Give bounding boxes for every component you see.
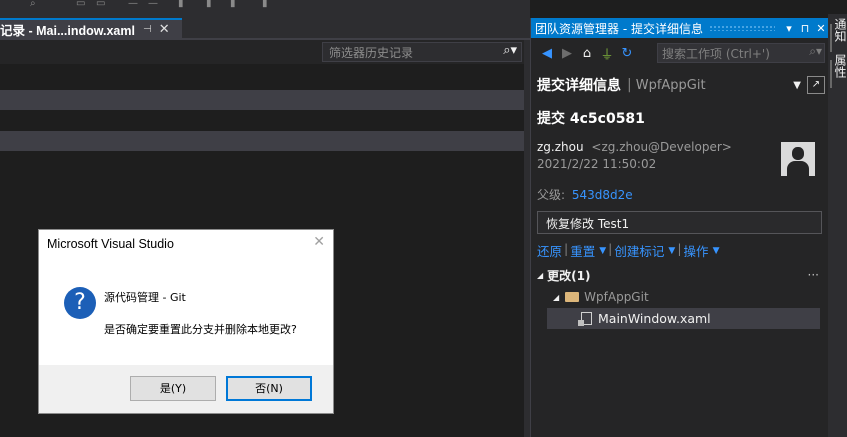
window-position-button[interactable]: ▾	[781, 22, 797, 35]
search-icon[interactable]: ⌕▾	[503, 43, 517, 58]
reset-menu[interactable]: 重置 ▼	[570, 241, 606, 260]
changes-label: 更改(1)	[547, 268, 591, 283]
file-label: MainWindow.xaml	[598, 311, 711, 326]
close-icon[interactable]: ✕	[313, 233, 325, 250]
bookmark-icon[interactable]: ▮	[178, 0, 184, 9]
search-placeholder: 搜索工作项 (Ctrl+')	[662, 46, 770, 61]
action-separator: |	[677, 241, 682, 256]
dialog-message: 是否确定要重置此分支并删除本地更改?	[104, 323, 297, 336]
reset-label: 重置	[570, 244, 596, 259]
undock-icon[interactable]: ↗	[807, 76, 825, 94]
bookmark-icon[interactable]: ▮	[230, 0, 236, 9]
author-email: <zg.zhou@Developer>	[591, 140, 732, 154]
actions-label: 操作	[683, 244, 709, 259]
refresh-icon[interactable]: ↻	[617, 43, 637, 63]
action-separator: |	[564, 241, 569, 256]
home-icon[interactable]: ⌂	[577, 43, 597, 63]
vs-window: ⌕ ▭ ▭ — — ▮ ▮ ▮ ▮ 记录 - Mai...indow.xaml …	[0, 0, 847, 437]
toolbar-button-icon[interactable]: ▭	[96, 0, 105, 9]
tree-file-item[interactable]: MainWindow.xaml	[547, 308, 820, 329]
commit-author: zg.zhou <zg.zhou@Developer>	[537, 140, 732, 154]
dialog-title: Microsoft Visual Studio	[47, 237, 174, 251]
commit-parent: 父级: 543d8d2e	[537, 186, 633, 203]
tab-history[interactable]: 记录 - Mai...indow.xaml ⊣ ✕	[0, 18, 182, 38]
chevron-down-icon: ▼	[599, 245, 607, 256]
changes-section-header[interactable]: ◢ 更改(1) ···	[537, 266, 825, 284]
history-row[interactable]	[0, 131, 524, 151]
history-toolbar: 筛选器历史记录 ⌕▾	[0, 40, 524, 64]
avatar-head-shape	[792, 147, 804, 160]
close-icon[interactable]: ✕	[159, 22, 170, 37]
confirm-dialog: Microsoft Visual Studio ✕ ? 源代码管理 - Git …	[38, 229, 334, 414]
commit-actions: 还原 | 重置 ▼ | 创建标记 ▼ | 操作 ▼	[537, 241, 719, 260]
bookmark-icon[interactable]: ▮	[206, 0, 212, 9]
side-tab-properties[interactable]: 属性	[832, 54, 847, 78]
bookmark-icon[interactable]: ▮	[262, 0, 268, 9]
connect-icon[interactable]: ⏚	[597, 43, 617, 63]
close-panel-button[interactable]: ✕	[813, 22, 829, 35]
drag-grip[interactable]	[708, 25, 775, 31]
folder-label: WpfAppGit	[584, 290, 649, 304]
avatar	[781, 142, 815, 176]
file-icon	[578, 312, 592, 326]
no-button[interactable]: 否(N)	[226, 376, 312, 401]
parent-label: 父级:	[537, 188, 566, 202]
more-options-icon[interactable]: ···	[808, 268, 819, 282]
dialog-heading: 源代码管理 - Git	[104, 291, 186, 304]
back-icon[interactable]: ◀	[537, 43, 557, 63]
team-explorer-panel: 团队资源管理器 - 提交详细信息 ▾ ⊓ ✕ ◀ ▶ ⌂ ⏚ ↻ 搜索工作项 (…	[530, 18, 829, 437]
question-icon: ?	[64, 287, 96, 319]
chevron-down-icon: ▼	[712, 245, 720, 256]
tab-title: 记录 - Mai...indow.xaml	[0, 24, 135, 38]
team-explorer-titlebar: 团队资源管理器 - 提交详细信息 ▾ ⊓ ✕	[531, 18, 829, 38]
toolbar-button-icon[interactable]: —	[148, 0, 158, 9]
pin-icon[interactable]: ⊣	[143, 24, 152, 35]
auto-hide-pin-icon[interactable]: ⊓	[797, 22, 813, 35]
avatar-body-shape	[787, 161, 809, 176]
filter-history-input[interactable]: 筛选器历史记录 ⌕▾	[322, 42, 522, 62]
panel-title: 团队资源管理器 - 提交详细信息	[535, 21, 703, 36]
history-row[interactable]	[0, 90, 524, 110]
page-title: 提交详细信息	[537, 78, 621, 94]
document-tab-strip: 记录 - Mai...indow.xaml ⊣ ✕	[0, 14, 530, 38]
create-tag-label: 创建标记	[614, 244, 665, 259]
author-name: zg.zhou	[537, 140, 584, 154]
commit-message-field[interactable]: 恢复修改 Test1	[537, 211, 822, 234]
toolbar-button-icon[interactable]: ▭	[76, 0, 85, 9]
repo-name: WpfAppGit	[635, 77, 706, 93]
page-header: 提交详细信息 | WpfAppGit ▼ ↗	[537, 74, 825, 96]
team-explorer-navbar: ◀ ▶ ⌂ ⏚ ↻ 搜索工作项 (Ctrl+') ⌕▾	[531, 40, 829, 66]
side-tab-notifications[interactable]: 通知	[832, 18, 847, 42]
side-tab-strip: 通知 属性	[828, 14, 847, 437]
collapse-arrow-icon[interactable]: ◢	[553, 293, 559, 302]
dialog-footer: 是(Y) 否(N)	[39, 365, 333, 413]
title-separator: |	[627, 77, 632, 93]
search-work-items-input[interactable]: 搜索工作项 (Ctrl+') ⌕▾	[657, 43, 825, 63]
collapse-arrow-icon[interactable]: ◢	[537, 271, 543, 280]
search-icon[interactable]: ⌕▾	[809, 44, 822, 59]
chevron-down-icon[interactable]: ▼	[793, 80, 801, 91]
commit-date: 2021/2/22 11:50:02	[537, 157, 657, 171]
commit-id: 提交 4c5c0581	[537, 111, 645, 127]
actions-menu[interactable]: 操作 ▼	[684, 241, 720, 260]
action-separator: |	[608, 241, 613, 256]
parent-hash-link[interactable]: 543d8d2e	[572, 188, 633, 202]
revert-link[interactable]: 还原	[537, 241, 562, 260]
toolbar-search-icon[interactable]: ⌕	[30, 0, 36, 9]
yes-button[interactable]: 是(Y)	[130, 376, 216, 401]
folder-icon	[565, 292, 580, 302]
forward-icon[interactable]: ▶	[557, 43, 577, 63]
toolbar: ⌕ ▭ ▭ — — ▮ ▮ ▮ ▮	[0, 0, 530, 14]
chevron-down-icon: ▼	[668, 245, 676, 256]
tree-folder-item[interactable]: ◢ WpfAppGit	[553, 290, 649, 304]
toolbar-button-icon[interactable]: —	[128, 0, 138, 9]
create-tag-menu[interactable]: 创建标记 ▼	[614, 241, 675, 260]
filter-placeholder: 筛选器历史记录	[329, 45, 414, 60]
